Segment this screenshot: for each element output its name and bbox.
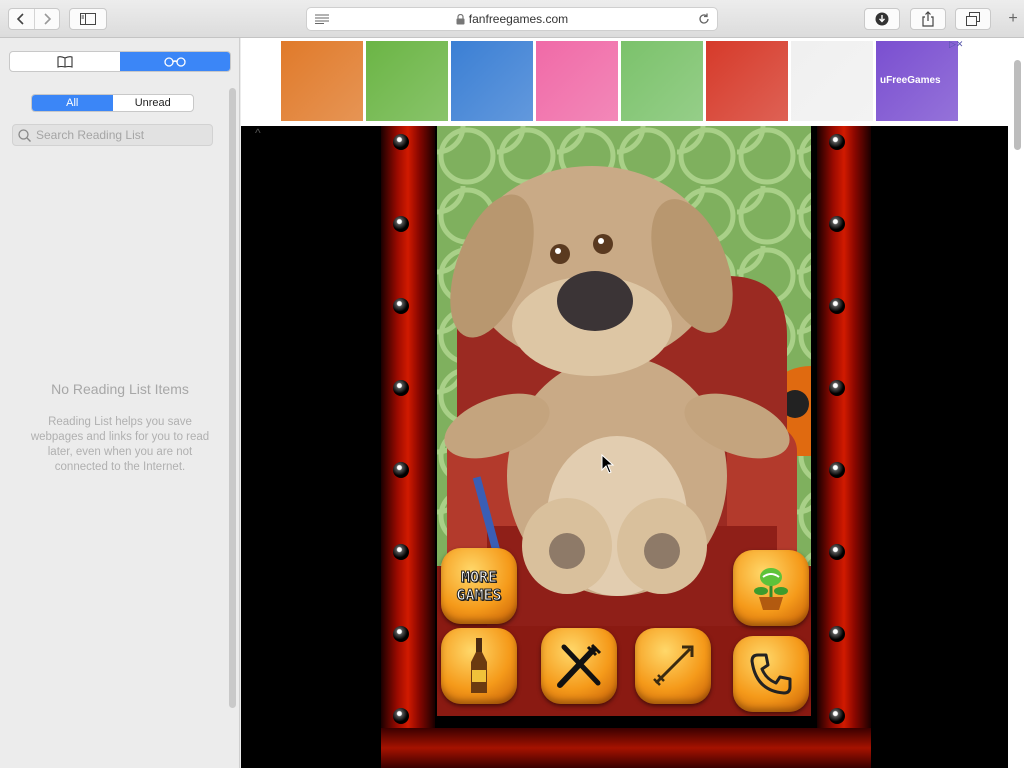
ad-banner[interactable]: uFreeGames xyxy=(281,41,961,121)
film-hole xyxy=(393,298,409,314)
film-hole xyxy=(393,626,409,642)
film-hole xyxy=(393,380,409,396)
ad-thumbnail[interactable]: uFreeGames xyxy=(876,41,958,121)
downloads-button[interactable] xyxy=(864,8,900,30)
film-hole xyxy=(829,626,845,642)
film-hole xyxy=(393,216,409,232)
film-hole xyxy=(393,708,409,724)
plant-icon xyxy=(754,568,788,610)
address-bar[interactable]: fanfreegames.com xyxy=(306,7,718,31)
filter-all[interactable]: All xyxy=(32,95,113,111)
book-icon xyxy=(57,55,73,68)
fork-knife-icon xyxy=(557,643,602,688)
phone-icon xyxy=(750,653,792,695)
film-hole xyxy=(829,380,845,396)
filter-switch: All Unread xyxy=(31,94,194,112)
film-hole xyxy=(393,134,409,150)
sidebar-mode-switch xyxy=(9,51,231,72)
game-scene[interactable]: MORE GAMES xyxy=(437,126,811,716)
forward-button[interactable] xyxy=(33,9,60,29)
film-hole xyxy=(393,462,409,478)
film-hole xyxy=(829,462,845,478)
arrow-icon xyxy=(653,645,694,686)
caret-up-icon[interactable]: ^ xyxy=(255,126,261,140)
web-content: uFreeGames ▷✕ ^ MORE GAMES xyxy=(241,38,1024,768)
more-games-label: MORE GAMES xyxy=(456,568,502,605)
film-strip-bottom xyxy=(381,728,871,768)
film-strip-left xyxy=(381,126,435,768)
filter-unread[interactable]: Unread xyxy=(113,95,194,111)
arrow-button[interactable] xyxy=(635,628,711,704)
ad-thumbnail[interactable] xyxy=(366,41,448,121)
plant-button[interactable] xyxy=(733,550,809,626)
chevron-right-icon xyxy=(44,13,51,25)
tab-overview-button[interactable] xyxy=(955,8,991,30)
glasses-icon xyxy=(164,56,186,67)
film-hole xyxy=(393,544,409,560)
drink-button[interactable] xyxy=(441,628,517,704)
sidebar-toggle-button[interactable] xyxy=(69,8,107,30)
empty-state-description: Reading List helps you save webpages and… xyxy=(30,416,210,473)
back-button[interactable] xyxy=(9,9,34,29)
phone-button[interactable] xyxy=(733,636,809,712)
film-hole xyxy=(829,216,845,232)
nav-buttons xyxy=(8,8,60,30)
ad-thumbnail[interactable] xyxy=(706,41,788,121)
chevron-left-icon xyxy=(17,13,24,25)
film-hole xyxy=(829,134,845,150)
ad-thumbnail[interactable] xyxy=(451,41,533,121)
url-text: fanfreegames.com xyxy=(468,12,569,26)
new-tab-button[interactable]: + xyxy=(1002,0,1024,38)
tabs-icon xyxy=(966,12,980,26)
share-icon xyxy=(922,11,934,27)
ad-thumbnail[interactable] xyxy=(281,41,363,121)
search-input[interactable] xyxy=(36,128,206,142)
bottle-icon xyxy=(471,638,487,693)
share-button[interactable] xyxy=(910,8,946,30)
sidebar-icon xyxy=(80,13,96,25)
reading-list-tab[interactable] xyxy=(120,52,230,71)
sidebar-scrollbar[interactable] xyxy=(229,88,236,708)
bookmarks-tab[interactable] xyxy=(10,52,120,71)
film-hole xyxy=(829,544,845,560)
search-icon xyxy=(18,128,31,142)
ad-thumbnail[interactable] xyxy=(536,41,618,121)
film-hole xyxy=(829,298,845,314)
page-scrollbar[interactable] xyxy=(1014,60,1021,150)
ad-thumbnail[interactable] xyxy=(621,41,703,121)
eat-button[interactable] xyxy=(541,628,617,704)
mouse-cursor-icon xyxy=(601,454,615,474)
browser-toolbar: fanfreegames.com + xyxy=(0,0,1024,38)
game-canvas[interactable]: ^ MORE GAMES xyxy=(241,126,1008,768)
reading-list-search xyxy=(12,124,213,146)
reading-list-sidebar: All Unread No Reading List Items Reading… xyxy=(0,38,240,768)
lock-icon xyxy=(456,13,465,24)
empty-state-title: No Reading List Items xyxy=(51,381,189,397)
reader-list-icon[interactable] xyxy=(315,14,329,24)
ad-thumbnail-label: uFreeGames xyxy=(880,75,941,86)
more-games-button[interactable]: MORE GAMES xyxy=(441,548,517,624)
plus-icon: + xyxy=(1008,10,1018,27)
film-hole xyxy=(829,708,845,724)
download-icon xyxy=(875,12,889,26)
ad-thumbnail[interactable] xyxy=(791,41,873,121)
ad-choices-icon[interactable]: ▷✕ xyxy=(949,39,963,50)
film-strip-right xyxy=(817,126,871,768)
reload-icon[interactable] xyxy=(697,12,711,26)
